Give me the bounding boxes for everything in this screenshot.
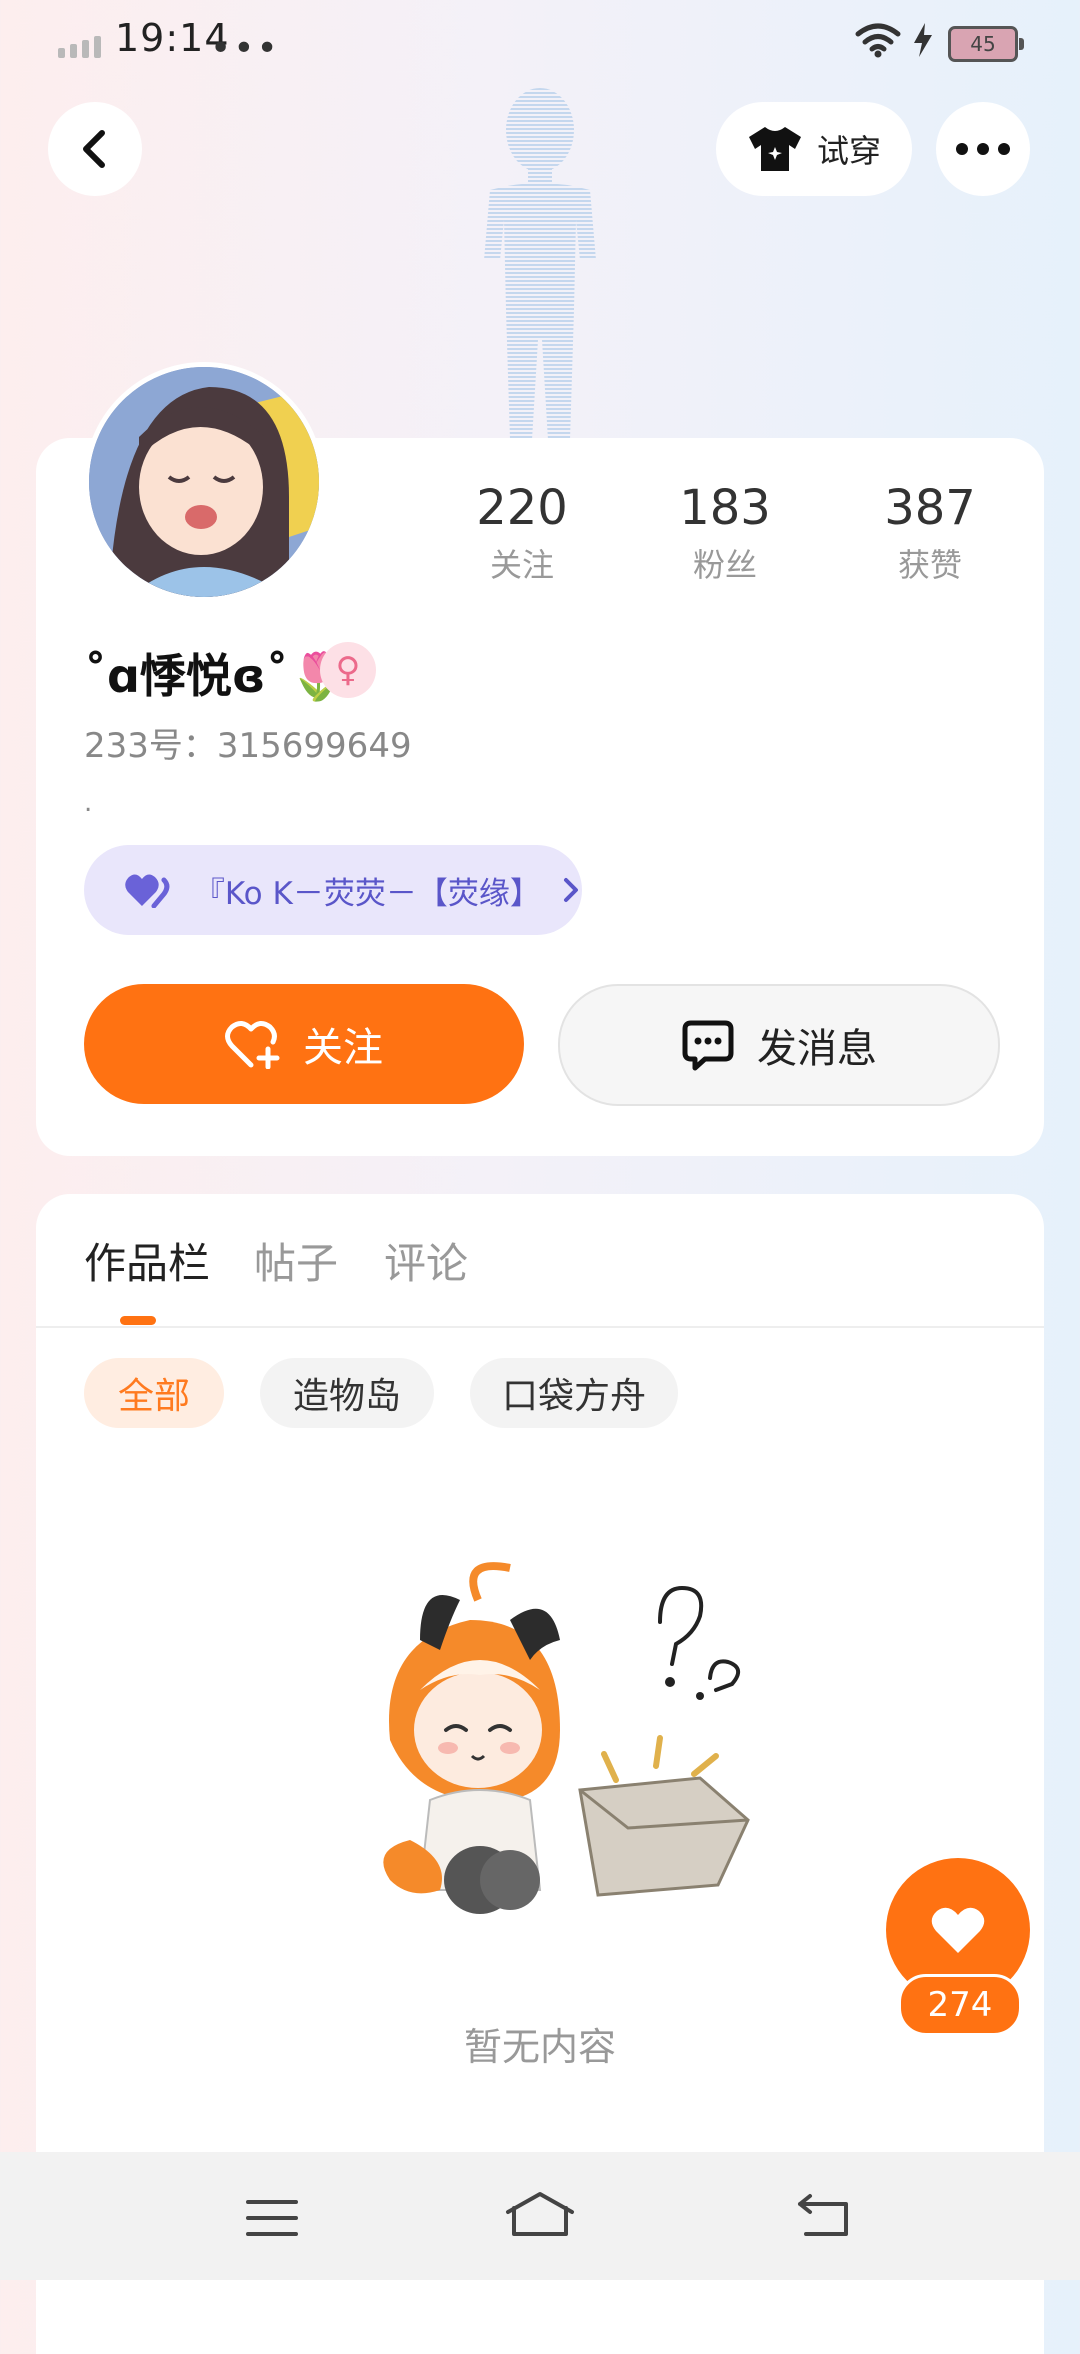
- home-icon[interactable]: [504, 2190, 576, 2238]
- bio: .: [84, 788, 93, 818]
- send-message-button[interactable]: 发消息: [558, 984, 1000, 1106]
- send-message-label: 发消息: [757, 1026, 877, 1072]
- following-label: 关注: [489, 546, 554, 584]
- follow-label: 关注: [303, 1025, 383, 1071]
- tab-divider: [36, 1326, 1044, 1328]
- tab-comments[interactable]: 评论: [384, 1230, 468, 1291]
- shirt-icon: [748, 127, 801, 171]
- avatar-image: [89, 367, 319, 597]
- avatar[interactable]: [84, 362, 324, 602]
- wifi-icon: [855, 23, 901, 58]
- gender-badge: ♀: [320, 642, 376, 698]
- chevron-right-icon: [564, 878, 579, 902]
- cp-relation-label: 『Ko K－荧荧－【荧缘】: [193, 875, 541, 912]
- fans-label: 粉丝: [692, 546, 757, 584]
- filter-pocket-ark[interactable]: 口袋方舟: [470, 1358, 678, 1428]
- fans-count[interactable]: 183: [645, 480, 805, 536]
- like-count: 274: [898, 1974, 1022, 2036]
- follow-button[interactable]: 关注: [84, 984, 524, 1104]
- back-arrow-icon[interactable]: [796, 2192, 852, 2238]
- heart-plus-icon: [225, 1021, 280, 1069]
- charging-icon: [914, 23, 932, 57]
- tab-works[interactable]: 作品栏: [84, 1230, 210, 1291]
- likes-count[interactable]: 387: [850, 480, 1010, 536]
- more-icon: [956, 143, 1010, 155]
- try-on-button[interactable]: 试穿: [716, 102, 912, 196]
- try-on-label: 试穿: [816, 132, 881, 170]
- heart-icon: [931, 1907, 985, 1953]
- nickname: ˚ɑ悸悦ɞ˚🌷: [84, 649, 346, 703]
- likes-label: 获赞: [897, 546, 962, 584]
- user-id: 233号：315699649: [84, 726, 412, 766]
- back-icon: [83, 130, 105, 168]
- following-count[interactable]: 220: [442, 480, 602, 536]
- filter-all[interactable]: 全部: [84, 1358, 224, 1428]
- back-button[interactable]: [48, 102, 142, 196]
- battery-indicator: 45: [948, 26, 1024, 62]
- tab-posts[interactable]: 帖子: [254, 1230, 338, 1291]
- menu-icon[interactable]: [246, 2198, 298, 2238]
- chat-icon: [682, 1020, 734, 1071]
- cp-relation-badge[interactable]: 『Ko K－荧荧－【荧缘】: [84, 845, 582, 935]
- tab-indicator: [120, 1316, 156, 1325]
- empty-state-illustration: [383, 1562, 750, 1914]
- avatar-figure: [484, 88, 596, 440]
- filter-creation-island[interactable]: 造物岛: [260, 1358, 434, 1428]
- status-more-dots: •••: [210, 28, 280, 69]
- signal-icon: [58, 36, 101, 58]
- double-heart-icon: [125, 874, 170, 908]
- more-button[interactable]: [936, 102, 1030, 196]
